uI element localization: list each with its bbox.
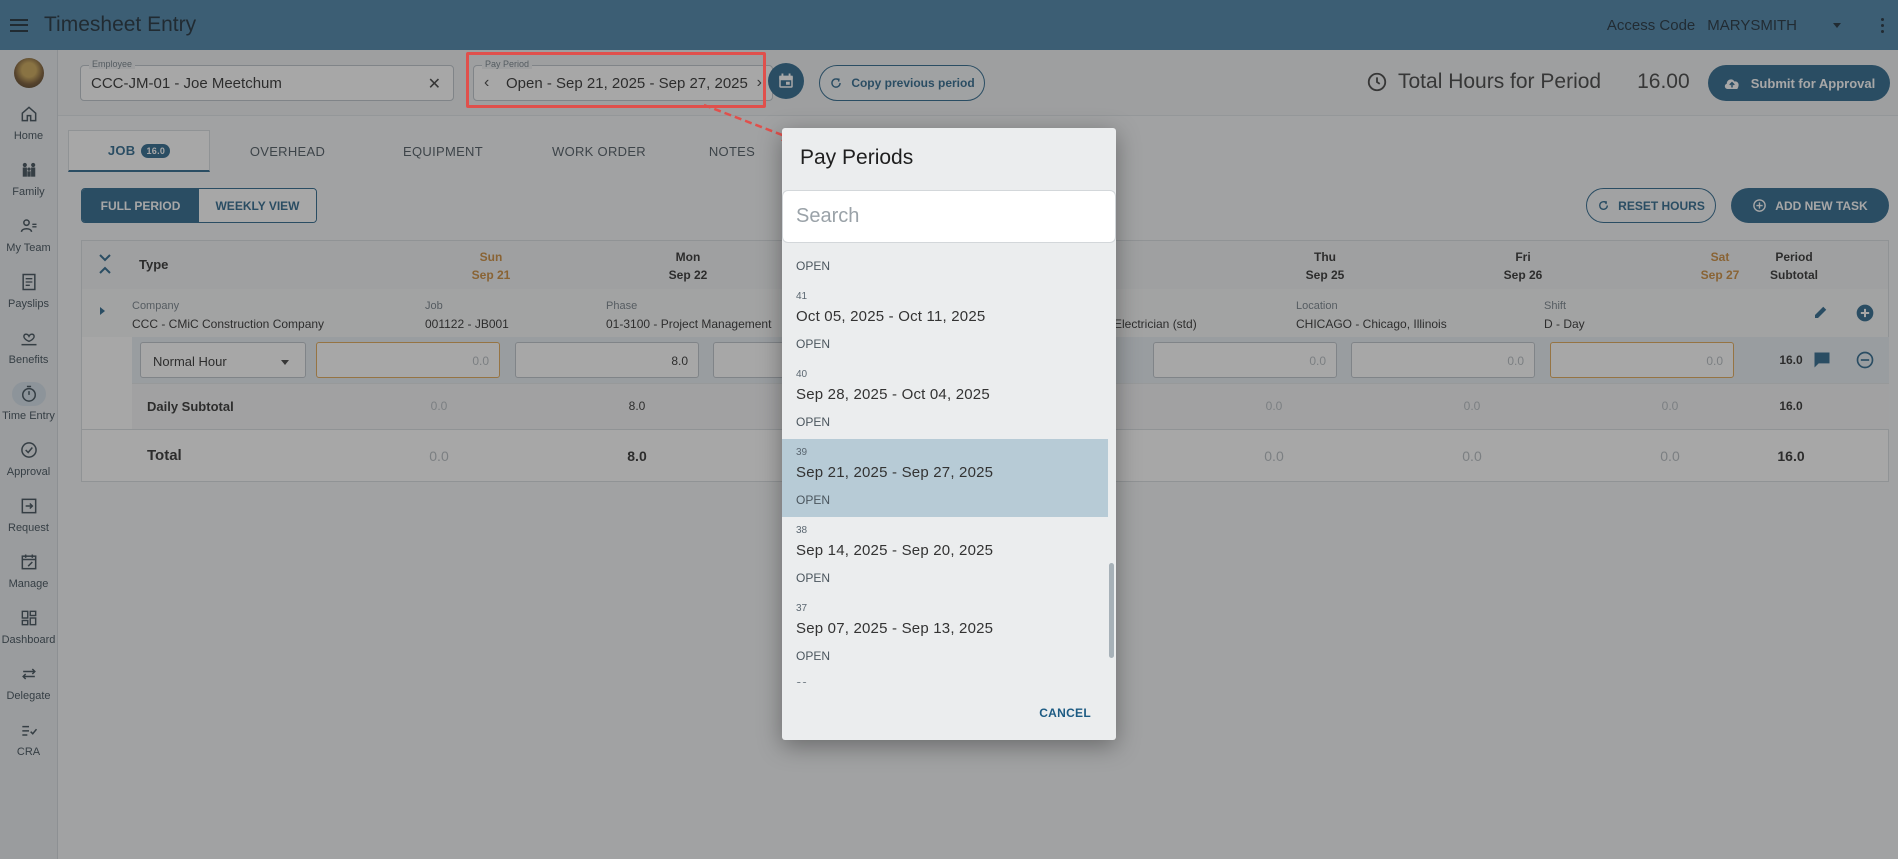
pay-period-list[interactable]: OPEN 41 Oct 05, 2025 - Oct 11, 2025 OPEN… [782, 243, 1116, 683]
pay-period-range: Oct 05, 2025 - Oct 11, 2025 [796, 308, 986, 325]
pay-period-status: OPEN [796, 493, 831, 507]
pay-period-status: OPEN [796, 415, 831, 429]
pay-periods-dialog: Pay Periods Search OPEN 41 Oct 05, 2025 … [782, 128, 1116, 740]
pay-period-number: 36 [796, 681, 807, 683]
pay-period-status: OPEN [796, 259, 831, 273]
pay-period-item-selected[interactable]: 39 Sep 21, 2025 - Sep 27, 2025 OPEN [782, 439, 1108, 517]
pay-period-number: 37 [796, 603, 808, 614]
pay-period-range: Sep 14, 2025 - Sep 20, 2025 [796, 542, 994, 559]
pay-period-item[interactable]: OPEN [782, 243, 1108, 283]
pay-period-item[interactable]: 41 Oct 05, 2025 - Oct 11, 2025 OPEN [782, 283, 1108, 361]
dialog-title: Pay Periods [800, 146, 914, 169]
pay-period-number: 40 [796, 369, 808, 380]
pay-period-range: Sep 28, 2025 - Oct 04, 2025 [796, 386, 990, 403]
list-scrollbar[interactable] [1109, 563, 1114, 658]
search-input[interactable]: Search [782, 190, 1116, 243]
pay-period-status: OPEN [796, 649, 831, 663]
pay-period-status: OPEN [796, 337, 831, 351]
cancel-button[interactable]: CANCEL [1039, 706, 1091, 720]
pay-period-item[interactable]: 36 [782, 673, 1108, 683]
pay-period-item[interactable]: 38 Sep 14, 2025 - Sep 20, 2025 OPEN [782, 517, 1108, 595]
pay-period-item[interactable]: 37 Sep 07, 2025 - Sep 13, 2025 OPEN [782, 595, 1108, 673]
pay-period-number: 39 [796, 447, 808, 458]
pay-period-number: 41 [796, 291, 808, 302]
pay-period-status: OPEN [796, 571, 831, 585]
pay-period-number: 38 [796, 525, 808, 536]
pay-period-item[interactable]: 40 Sep 28, 2025 - Oct 04, 2025 OPEN [782, 361, 1108, 439]
pay-period-range: Sep 21, 2025 - Sep 27, 2025 [796, 464, 994, 481]
pay-period-range: Sep 07, 2025 - Sep 13, 2025 [796, 620, 994, 637]
